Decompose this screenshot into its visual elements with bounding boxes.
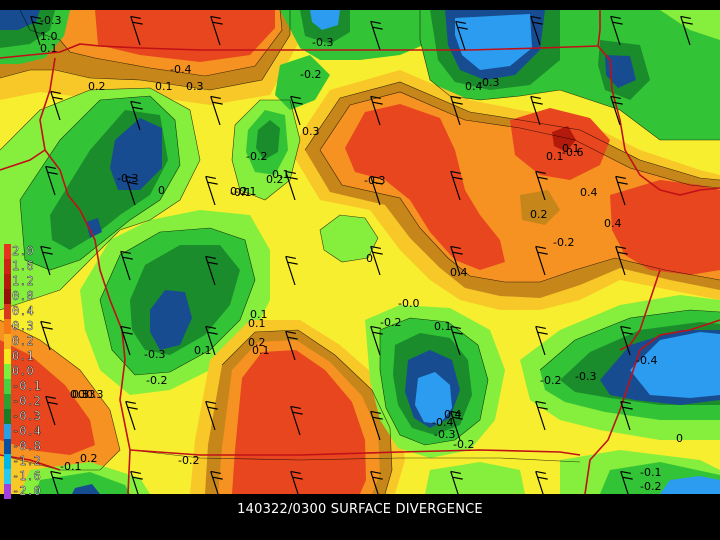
contour-value-label: 0.3: [302, 125, 320, 138]
contour-value-label: 0.2: [80, 452, 98, 465]
legend-label: -0.4: [12, 424, 41, 438]
legend-label: 1.6: [12, 259, 34, 273]
legend-swatch: [4, 259, 11, 274]
contour-value-label: 0.2: [88, 80, 106, 93]
contour-value-label: -0.2: [380, 316, 401, 329]
contour-value-label: -0.3: [575, 370, 596, 383]
contour-value-label: 0.1: [272, 168, 290, 181]
legend-label: -2.0: [12, 484, 41, 498]
legend-label: 2.0: [12, 244, 34, 258]
contour-value-label: 0.1: [434, 320, 452, 333]
contour-value-label: -0.2: [540, 374, 561, 387]
legend-label: -0.1: [12, 379, 41, 393]
legend-label: 0.3: [12, 319, 34, 333]
contour-value-label: -0.2: [553, 236, 574, 249]
legend-label: 0.4: [12, 304, 34, 318]
legend-swatch: [4, 364, 11, 379]
legend-swatch: [4, 439, 11, 454]
legend-swatch: [4, 394, 11, 409]
contour-value-label: -0.1: [60, 460, 81, 473]
contour-value-label: 0.1: [250, 308, 268, 321]
contour-value-label: -0.2: [178, 454, 199, 467]
legend-label: 0.1: [12, 349, 34, 363]
legend-swatch: [4, 244, 11, 259]
contour-value-label: -0.2: [453, 438, 474, 451]
contour-value-label: -0.1: [235, 185, 256, 198]
contour-value-label: -0.3: [117, 172, 138, 185]
legend-label: 0.8: [12, 289, 34, 303]
contour-value-label: 0.1: [546, 150, 564, 163]
legend-swatch: [4, 484, 11, 499]
contour-value-label: 0.1: [40, 42, 58, 55]
contour-value-label: 0.3: [86, 388, 104, 401]
legend-label: -1.6: [12, 469, 41, 483]
contour-value-label: 0: [676, 432, 683, 445]
contour-value-label: 0.4: [604, 217, 622, 230]
legend-swatch: [4, 349, 11, 364]
contour-value-label: -0.4: [636, 354, 657, 367]
legend-swatch: [4, 454, 11, 469]
legend-swatch: [4, 334, 11, 349]
contour-value-label: -0.3: [40, 14, 61, 27]
contour-value-label: 0.1: [194, 344, 212, 357]
legend-swatch: [4, 469, 11, 484]
contour-value-label: -0.4: [432, 416, 453, 429]
legend-swatch: [4, 409, 11, 424]
legend-swatch: [4, 424, 11, 439]
legend-label: -0.2: [12, 394, 41, 408]
divergence-map-display: -0.3 1.0 0.1 -0.3 -0.4 0.3 -0.2 0.2 0.1 0.3 -0.2 -0…: [0, 0, 720, 540]
map-title: 140322/0300 SURFACE DIVERGENCE: [237, 502, 483, 517]
legend-label: -1.2: [12, 454, 41, 468]
contour-value-label: 0.1: [155, 80, 173, 93]
contour-value-label: 0.4: [580, 186, 598, 199]
legend-swatch: [4, 289, 11, 304]
contour-value-label: -0.2: [640, 480, 661, 493]
contour-value-label: 0.1: [562, 142, 580, 155]
contour-value-label: -0.2: [146, 374, 167, 387]
legend-label: 0.0: [12, 364, 34, 378]
contour-value-label: -0.3: [478, 76, 499, 89]
legend-label: 0.2: [12, 334, 34, 348]
contour-value-label: -0.0: [398, 297, 419, 310]
legend-label: -0.8: [12, 439, 41, 453]
contour-value-label: -0.2: [300, 68, 321, 81]
contour-value-label: 0.4: [450, 266, 468, 279]
contour-value-label: 0.3: [186, 80, 204, 93]
contour-value-label: -0.4: [170, 63, 191, 76]
contour-value-label: -0.1: [640, 466, 661, 479]
contour-value-label: 0.1: [252, 344, 270, 357]
contour-value-label: 0.2: [530, 208, 548, 221]
contour-value-label: -0.3: [312, 36, 333, 49]
legend-label: -0.3: [12, 409, 41, 423]
legend-swatch: [4, 319, 11, 334]
legend-swatch: [4, 304, 11, 319]
legend-swatch: [4, 274, 11, 289]
contour-value-label: -0.3: [144, 348, 165, 361]
divergence-map: -0.31.00.1 -0.3-0.40.3-0.20.2 0.10.3-0.2-0…: [0, 9, 720, 501]
contour-value-label: 0: [158, 184, 165, 197]
legend-label: 1.2: [12, 274, 34, 288]
legend-swatch: [4, 379, 11, 394]
contour-value-label: -0.3: [364, 174, 385, 187]
contour-value-label: 0: [366, 252, 373, 265]
contour-value-label: -0.2: [246, 150, 267, 163]
